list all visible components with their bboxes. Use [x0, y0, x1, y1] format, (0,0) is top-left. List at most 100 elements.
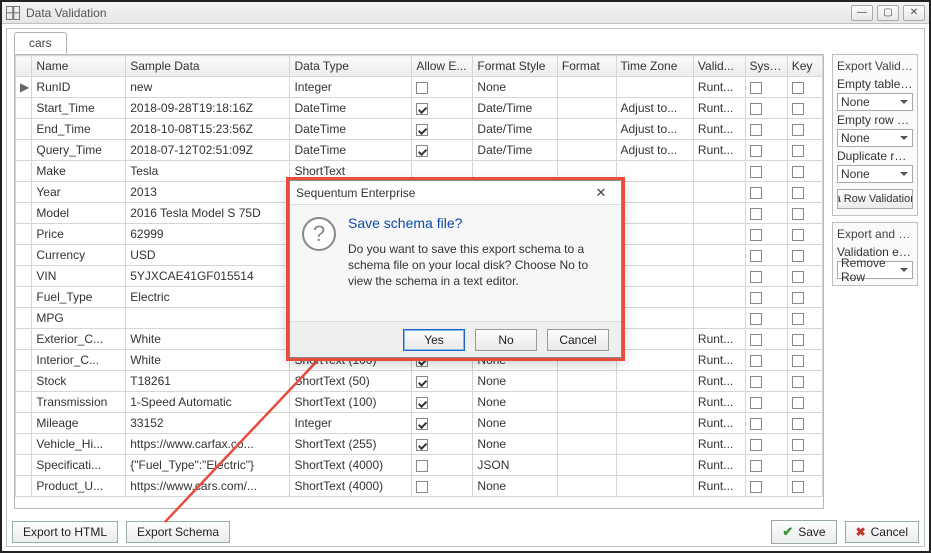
table-row[interactable]: Product_U...https://www.cars.com/...Shor…	[16, 476, 823, 497]
export-validation-group: Export Validation Empty table handling N…	[832, 54, 918, 216]
export-schema-button[interactable]: Export Schema	[126, 521, 230, 543]
duplicate-row-label: Duplicate row handling	[837, 149, 913, 163]
checkbox[interactable]	[750, 145, 762, 157]
checkbox[interactable]	[750, 376, 762, 388]
checkbox[interactable]	[792, 166, 804, 178]
checkbox[interactable]	[792, 187, 804, 199]
checkbox[interactable]	[792, 460, 804, 472]
checkbox[interactable]	[792, 145, 804, 157]
export-validation-title: Export Validation	[837, 59, 913, 73]
checkbox[interactable]	[750, 229, 762, 241]
checkbox[interactable]	[792, 439, 804, 451]
checkbox[interactable]	[792, 103, 804, 115]
empty-row-combo[interactable]: None	[837, 129, 913, 147]
checkbox[interactable]	[792, 208, 804, 220]
table-row[interactable]: ▶RunIDnewIntegerNoneRunt...	[16, 77, 823, 98]
dialog-body-text: Do you want to save this export schema t…	[348, 241, 609, 290]
empty-row-label: Empty row handling	[837, 113, 913, 127]
checkbox[interactable]	[792, 271, 804, 283]
checkbox[interactable]	[792, 376, 804, 388]
dialog-cancel-button[interactable]: Cancel	[547, 329, 609, 351]
checkbox[interactable]	[750, 334, 762, 346]
checkbox[interactable]	[416, 481, 428, 493]
app-icon	[6, 6, 20, 20]
dialog-yes-button[interactable]: Yes	[403, 329, 465, 351]
checkbox[interactable]	[750, 271, 762, 283]
maximize-button[interactable]: ▢	[877, 5, 899, 21]
export-to-html-button[interactable]: Export to HTML	[12, 521, 118, 543]
empty-table-label: Empty table handling	[837, 77, 913, 91]
data-row-validation-script-button[interactable]: Data Row Validation Script	[837, 189, 913, 209]
checkbox[interactable]	[792, 124, 804, 136]
col-header[interactable]: Syst...	[745, 56, 787, 77]
checkbox[interactable]	[750, 103, 762, 115]
duplicate-row-combo[interactable]: None	[837, 165, 913, 183]
checkbox[interactable]	[750, 166, 762, 178]
checkbox[interactable]	[416, 376, 428, 388]
table-row[interactable]: Query_Time2018-07-12T02:51:09ZDateTimeDa…	[16, 140, 823, 161]
check-icon: ✔	[782, 524, 793, 540]
save-button[interactable]: ✔ Save	[771, 520, 836, 544]
checkbox[interactable]	[750, 292, 762, 304]
table-row[interactable]: End_Time2018-10-08T15:23:56ZDateTimeDate…	[16, 119, 823, 140]
table-row[interactable]: Vehicle_Hi...https://www.carfax.co...Sho…	[16, 434, 823, 455]
checkbox[interactable]	[750, 187, 762, 199]
table-row[interactable]: MakeTeslaShortText	[16, 161, 823, 182]
dialog-heading: Save schema file?	[348, 215, 609, 231]
checkbox[interactable]	[792, 82, 804, 94]
checkbox[interactable]	[792, 229, 804, 241]
checkbox[interactable]	[416, 439, 428, 451]
table-row[interactable]: Mileage33152IntegerNoneRunt...	[16, 413, 823, 434]
checkbox[interactable]	[416, 145, 428, 157]
checkbox[interactable]	[792, 418, 804, 430]
checkbox[interactable]	[416, 82, 428, 94]
dialog-no-button[interactable]: No	[475, 329, 537, 351]
col-header[interactable]: Valid...	[693, 56, 745, 77]
checkbox[interactable]	[750, 439, 762, 451]
window-title: Data Validation	[26, 6, 107, 20]
table-row[interactable]: Specificati...{"Fuel_Type":"Electric"}Sh…	[16, 455, 823, 476]
checkbox[interactable]	[416, 103, 428, 115]
minimize-button[interactable]: —	[851, 5, 873, 21]
checkbox[interactable]	[792, 397, 804, 409]
checkbox[interactable]	[792, 313, 804, 325]
checkbox[interactable]	[416, 460, 428, 472]
col-header[interactable]: Data Type	[290, 56, 412, 77]
checkbox[interactable]	[792, 355, 804, 367]
x-icon: ✖	[856, 525, 866, 539]
col-header[interactable]: Format Style	[473, 56, 557, 77]
error-handling-combo[interactable]: Remove Row	[837, 261, 913, 279]
checkbox[interactable]	[792, 481, 804, 493]
checkbox[interactable]	[750, 124, 762, 136]
checkbox[interactable]	[792, 334, 804, 346]
checkbox[interactable]	[750, 481, 762, 493]
checkbox[interactable]	[750, 460, 762, 472]
col-header[interactable]: Sample Data	[126, 56, 290, 77]
checkbox[interactable]	[416, 397, 428, 409]
close-button[interactable]: ✕	[903, 5, 925, 21]
empty-table-combo[interactable]: None	[837, 93, 913, 111]
checkbox[interactable]	[750, 82, 762, 94]
checkbox[interactable]	[416, 418, 428, 430]
checkbox[interactable]	[750, 397, 762, 409]
checkbox[interactable]	[750, 313, 762, 325]
checkbox[interactable]	[750, 418, 762, 430]
table-row[interactable]: Transmission1-Speed AutomaticShortText (…	[16, 392, 823, 413]
checkbox[interactable]	[750, 208, 762, 220]
table-row[interactable]: Start_Time2018-09-28T19:18:16ZDateTimeDa…	[16, 98, 823, 119]
col-header[interactable]: Allow E...	[412, 56, 473, 77]
col-header[interactable]: Format	[557, 56, 616, 77]
table-row[interactable]: StockT18261ShortText (50)NoneRunt...	[16, 371, 823, 392]
col-header[interactable]: Time Zone	[616, 56, 693, 77]
checkbox[interactable]	[416, 124, 428, 136]
cancel-button[interactable]: ✖ Cancel	[845, 521, 919, 543]
tab-cars[interactable]: cars	[14, 32, 67, 54]
col-header[interactable]: Name	[32, 56, 126, 77]
checkbox[interactable]	[792, 292, 804, 304]
dialog-title: Sequentum Enterprise	[296, 186, 415, 200]
checkbox[interactable]	[750, 250, 762, 262]
checkbox[interactable]	[792, 250, 804, 262]
dialog-close-button[interactable]: ✕	[587, 184, 615, 202]
col-header[interactable]: Key	[787, 56, 822, 77]
checkbox[interactable]	[750, 355, 762, 367]
